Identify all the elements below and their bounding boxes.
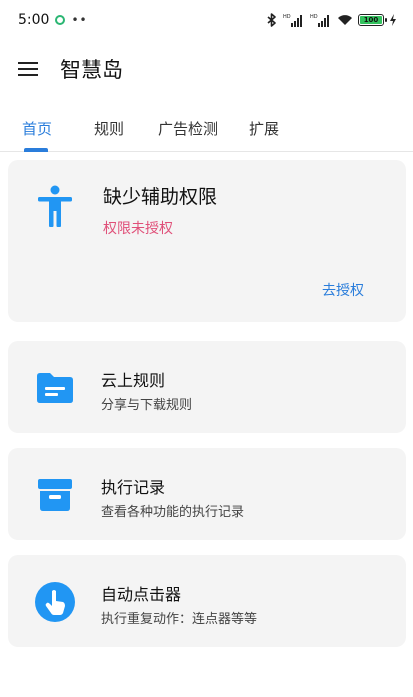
signal-hd-label: HD — [283, 14, 291, 20]
battery-icon: 100 — [358, 14, 387, 26]
grant-permission-link[interactable]: 去授权 — [322, 280, 364, 300]
app-bar: 智慧岛 — [0, 40, 413, 98]
signal-hd-label: HD — [310, 14, 318, 20]
feature-subtitle: 分享与下载规则 — [101, 398, 193, 413]
feature-title: 自动点击器 — [101, 585, 182, 604]
permission-title: 缺少辅助权限 — [103, 186, 218, 208]
status-time: 5:00 — [18, 12, 50, 28]
cloud-rules-card[interactable]: 云上规则 分享与下载规则 — [8, 341, 406, 433]
touch-icon — [35, 582, 75, 622]
execution-log-card[interactable]: 执行记录 查看各种功能的执行记录 — [8, 448, 406, 540]
accessibility-icon — [38, 185, 72, 227]
feature-subtitle: 查看各种功能的执行记录 — [101, 505, 245, 520]
menu-icon[interactable] — [18, 61, 38, 77]
tab-bar: 首页 规则 广告检测 扩展 — [0, 104, 413, 152]
signal-icon: HD — [310, 14, 329, 27]
feature-title: 云上规则 — [101, 371, 166, 390]
status-left: 5:00 •• — [18, 12, 88, 28]
bluetooth-icon — [267, 13, 276, 27]
charging-icon — [390, 14, 396, 26]
tab-extensions[interactable]: 扩展 — [249, 118, 279, 139]
status-bar: 5:00 •• HD HD 100 — [0, 0, 413, 40]
tab-rules[interactable]: 规则 — [94, 118, 124, 139]
feature-subtitle: 执行重复动作：连点器等等 — [101, 612, 258, 627]
app-notification-icon — [55, 15, 66, 25]
signal-icon: HD — [283, 14, 302, 27]
permission-status: 权限未授权 — [103, 221, 173, 237]
tab-indicator — [24, 148, 48, 152]
status-dots: •• — [71, 13, 88, 27]
permission-card[interactable]: 缺少辅助权限 权限未授权 去授权 — [8, 160, 406, 322]
archive-icon — [38, 479, 72, 511]
tab-home[interactable]: 首页 — [22, 118, 52, 139]
battery-level: 100 — [363, 16, 379, 24]
folder-icon — [37, 373, 73, 403]
wifi-icon — [338, 15, 352, 25]
auto-clicker-card[interactable]: 自动点击器 执行重复动作：连点器等等 — [8, 555, 406, 647]
app-title: 智慧岛 — [60, 58, 123, 82]
feature-title: 执行记录 — [101, 478, 166, 497]
tab-ad-detection[interactable]: 广告检测 — [158, 118, 218, 139]
status-right: HD HD 100 — [266, 13, 397, 27]
